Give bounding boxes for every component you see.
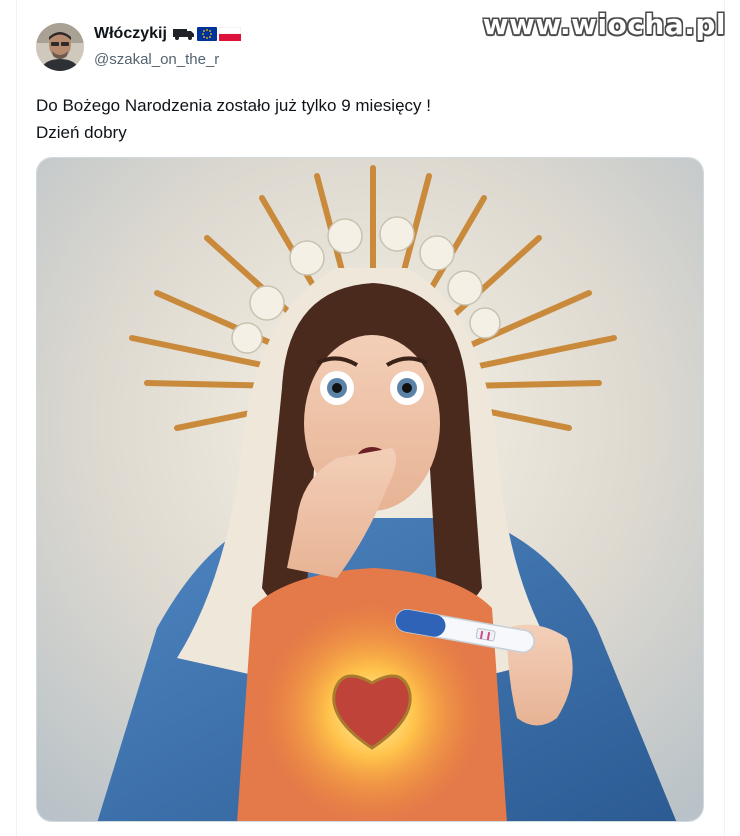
tweet-text: Do Bożego Narodzenia zostało już tylko 9… <box>36 92 676 146</box>
tweet-media-image[interactable] <box>36 157 704 822</box>
eu-flag-icon <box>196 27 217 41</box>
media-illustration <box>37 158 703 821</box>
avatar-image <box>36 23 84 71</box>
site-watermark: www.wiocha.pl <box>482 8 726 41</box>
display-name[interactable]: Włóczykij <box>94 25 241 43</box>
tweet-text-line: Do Bożego Narodzenia zostało już tylko 9… <box>36 96 431 115</box>
poland-flag-icon <box>218 27 241 41</box>
avatar[interactable] <box>36 23 84 71</box>
display-name-text: Włóczykij <box>94 25 167 42</box>
truck-icon <box>172 29 194 40</box>
tweet-text-line: Dzień dobry <box>36 123 127 142</box>
name-emojis <box>172 27 241 41</box>
user-handle[interactable]: @szakal_on_the_r <box>94 51 219 68</box>
